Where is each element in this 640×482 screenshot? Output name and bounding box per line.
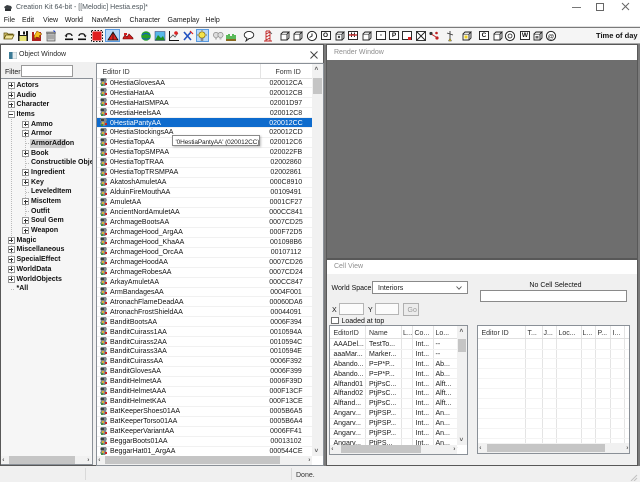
svg-text:@: @ <box>547 33 554 40</box>
